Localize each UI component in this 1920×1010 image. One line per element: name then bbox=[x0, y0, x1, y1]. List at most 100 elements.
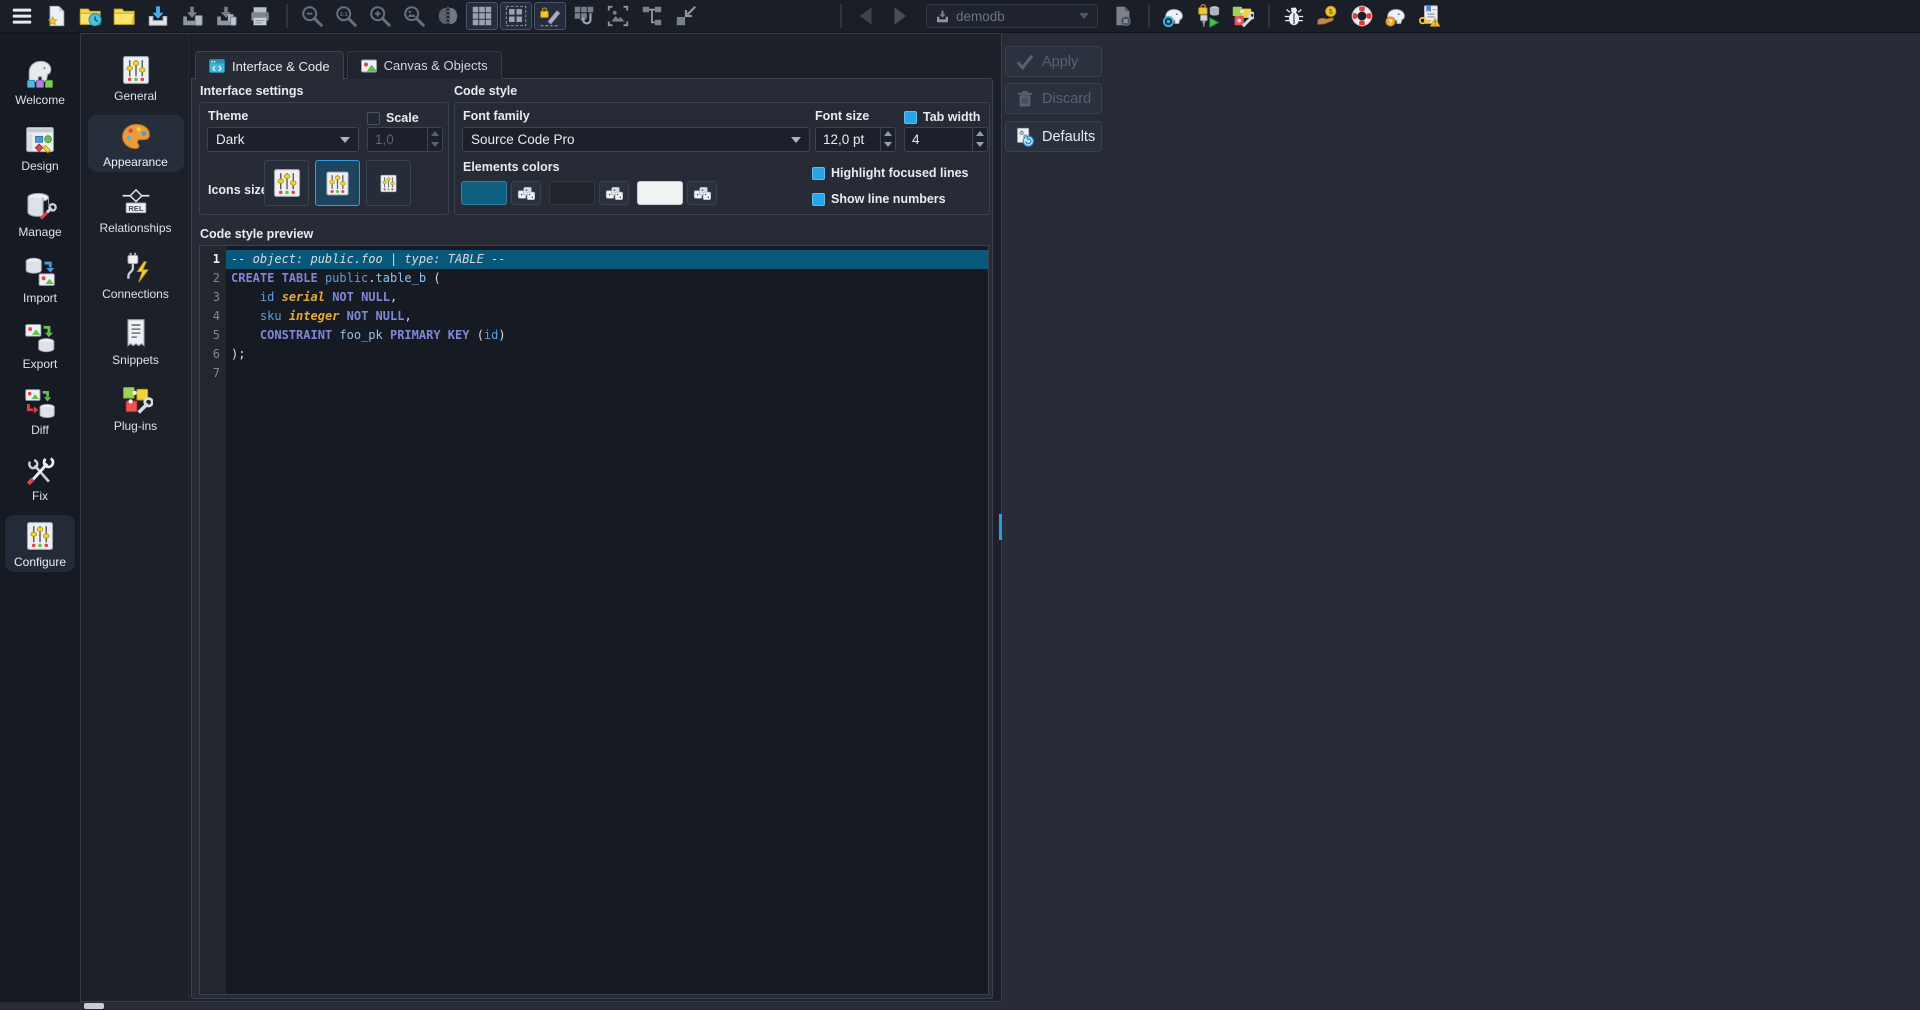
sidebar-item-configure[interactable]: Configure bbox=[5, 515, 75, 572]
source-code-button[interactable] bbox=[1158, 2, 1190, 30]
scale-checkbox[interactable] bbox=[367, 111, 380, 125]
arrange-objects-button[interactable] bbox=[636, 2, 668, 30]
zoom-in-icon bbox=[370, 6, 391, 27]
line-number: 7 bbox=[212, 366, 220, 380]
spinner-arrows[interactable] bbox=[972, 128, 987, 151]
sidebar-item-fix[interactable]: Fix bbox=[5, 449, 75, 506]
sidebar-item-manage[interactable]: Manage bbox=[5, 185, 75, 242]
new-model-icon bbox=[47, 5, 65, 27]
config-section-plug-ins[interactable]: Plug-ins bbox=[88, 379, 184, 436]
open-model-button[interactable] bbox=[108, 2, 140, 30]
tab-interface-code[interactable]: Interface & Code bbox=[195, 51, 344, 80]
font-size-spinbox[interactable]: 12,0 pt bbox=[815, 127, 896, 152]
main-menu-button[interactable] bbox=[6, 2, 38, 30]
apply-label: Apply bbox=[1042, 53, 1079, 70]
font-size-value: 12,0 pt bbox=[823, 132, 865, 147]
icons-size-option-3[interactable] bbox=[366, 160, 411, 206]
recent-models-button[interactable] bbox=[74, 2, 106, 30]
snap-to-grid-button[interactable] bbox=[568, 2, 600, 30]
code-preview-editor[interactable]: 1 2 3 4 5 6 7 -- object: public.foo | type: TA… bbox=[199, 245, 989, 995]
icons-size-option-2[interactable] bbox=[315, 160, 360, 206]
save-model-as-button[interactable] bbox=[176, 2, 208, 30]
code-line: CREATE TABLE public.table_b ( bbox=[231, 271, 441, 285]
line-numbers-checkbox[interactable] bbox=[812, 192, 825, 206]
element-color-swatch-1[interactable] bbox=[461, 181, 507, 205]
theme-label: Theme bbox=[208, 109, 249, 123]
grid-icon bbox=[472, 6, 492, 26]
defaults-button[interactable]: Defaults bbox=[1005, 121, 1102, 152]
panel-splitter-handle[interactable] bbox=[999, 514, 1002, 540]
sidebar-item-export[interactable]: Export bbox=[5, 317, 75, 374]
discard-button[interactable]: Discard bbox=[1005, 83, 1102, 114]
report-bug-button[interactable] bbox=[1278, 2, 1310, 30]
about-button[interactable]: ? bbox=[1380, 2, 1412, 30]
support-button[interactable] bbox=[1346, 2, 1378, 30]
open-recent-icon bbox=[79, 8, 102, 27]
config-section-label: Relationships bbox=[99, 220, 172, 235]
theme-select[interactable]: Dark bbox=[207, 127, 359, 152]
pgmodeler-window: 1:1 demodb $?! Welcome Design Manage Import Ex… bbox=[0, 0, 1920, 1010]
spinner-arrows[interactable] bbox=[427, 128, 442, 151]
preview-image-button[interactable] bbox=[602, 2, 634, 30]
config-section-appearance[interactable]: Appearance bbox=[87, 115, 184, 172]
relationships-icon: REL bbox=[122, 188, 149, 213]
license-button[interactable]: ! bbox=[1414, 2, 1446, 30]
tab-width-checkbox[interactable] bbox=[904, 110, 917, 124]
print-model-button[interactable] bbox=[244, 2, 276, 30]
theme-value: Dark bbox=[216, 132, 245, 147]
sliders-icon bbox=[326, 171, 349, 195]
sidebar-item-design[interactable]: Design bbox=[5, 119, 75, 176]
font-family-select[interactable]: Source Code Pro bbox=[462, 127, 810, 152]
tab-width-spinbox[interactable]: 4 bbox=[904, 127, 988, 152]
compact-view-button[interactable] bbox=[670, 2, 702, 30]
tab-canvas-objects[interactable]: Canvas & Objects bbox=[346, 51, 502, 79]
lock-delimiters-button[interactable] bbox=[534, 2, 566, 30]
puzzle-wrench-icon bbox=[1232, 6, 1254, 28]
config-section-snippets[interactable]: Snippets bbox=[88, 313, 184, 370]
new-model-button[interactable] bbox=[40, 2, 72, 30]
plugins-toolbar-button[interactable] bbox=[1226, 2, 1258, 30]
random-color-button-2[interactable] bbox=[599, 181, 629, 205]
model-selector[interactable]: demodb bbox=[926, 4, 1098, 28]
resize-grip[interactable] bbox=[84, 1003, 104, 1009]
scale-value: 1,0 bbox=[375, 132, 394, 147]
config-section-connections[interactable]: Connections bbox=[88, 247, 184, 304]
apply-button[interactable]: Apply bbox=[1005, 46, 1102, 77]
element-color-swatch-3[interactable] bbox=[637, 181, 683, 205]
save-all-button[interactable] bbox=[210, 2, 242, 30]
center-view-button[interactable] bbox=[432, 2, 464, 30]
fit-view-button[interactable] bbox=[398, 2, 430, 30]
sidebar-item-import[interactable]: Import bbox=[5, 251, 75, 308]
zoom-original-button[interactable]: 1:1 bbox=[330, 2, 362, 30]
undo-button[interactable] bbox=[850, 2, 882, 30]
close-model-button[interactable] bbox=[1106, 2, 1138, 30]
toolbar-separator bbox=[1148, 4, 1150, 28]
svg-text:1:1: 1:1 bbox=[340, 12, 348, 18]
icons-size-option-1[interactable] bbox=[264, 160, 309, 206]
zoom-out-button[interactable] bbox=[296, 2, 328, 30]
model-validation-button[interactable] bbox=[1192, 2, 1224, 30]
toolbar-separator bbox=[1268, 4, 1270, 28]
show-grid-button[interactable] bbox=[466, 2, 498, 30]
save-model-button[interactable] bbox=[142, 2, 174, 30]
spinner-arrows[interactable] bbox=[880, 128, 895, 151]
align-to-grid-button[interactable] bbox=[500, 2, 532, 30]
random-color-button-3[interactable] bbox=[687, 181, 717, 205]
random-color-button-1[interactable] bbox=[511, 181, 541, 205]
highlight-lines-checkbox[interactable] bbox=[812, 166, 825, 180]
sidebar-item-diff[interactable]: Diff bbox=[5, 383, 75, 440]
config-section-relationships[interactable]: REL Relationships bbox=[88, 181, 184, 238]
element-color-swatch-2[interactable] bbox=[549, 181, 595, 205]
welcome-icon bbox=[27, 60, 53, 88]
config-section-general[interactable]: General bbox=[88, 49, 184, 106]
donate-button[interactable]: $ bbox=[1312, 2, 1344, 30]
diff-icon bbox=[25, 388, 55, 418]
scale-spinbox[interactable]: 1,0 bbox=[367, 127, 443, 152]
dock-area: Apply Discard Defaults bbox=[1002, 33, 1920, 1010]
tab-label: Interface & Code bbox=[232, 58, 330, 74]
zoom-original-icon: 1:1 bbox=[336, 6, 357, 27]
redo-button[interactable] bbox=[884, 2, 916, 30]
zoom-in-button[interactable] bbox=[364, 2, 396, 30]
code-style-title: Code style bbox=[454, 84, 518, 98]
sidebar-item-welcome[interactable]: Welcome bbox=[5, 53, 75, 110]
